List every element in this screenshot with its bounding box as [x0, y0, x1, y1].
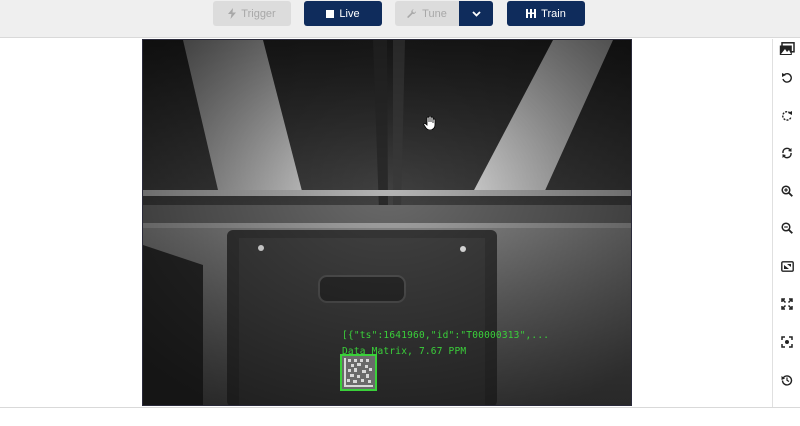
tune-button[interactable]: Tune	[395, 1, 459, 26]
rotate-right-button[interactable]	[775, 106, 799, 130]
status-footer	[0, 407, 800, 426]
camera-image-view[interactable]: [{"ts":1641960,"id":"T00000313",... Data…	[142, 39, 632, 406]
image-stack-icon	[779, 41, 795, 61]
focus-button[interactable]	[775, 332, 799, 356]
refresh-button[interactable]	[775, 143, 799, 167]
zoom-out-button[interactable]	[775, 218, 799, 242]
rotate-left-icon	[781, 71, 793, 89]
image-tools-sidebar	[772, 39, 800, 407]
fit-to-window-icon	[780, 259, 794, 277]
data-matrix-code	[342, 356, 375, 389]
train-label: Train	[541, 7, 566, 20]
rotate-right-icon	[781, 109, 793, 127]
focus-icon	[781, 335, 793, 353]
data-matrix-bounding-box	[340, 354, 377, 391]
rotate-left-button[interactable]	[775, 68, 799, 92]
history-icon	[781, 373, 793, 391]
chevron-down-icon	[471, 10, 481, 17]
trigger-button[interactable]: Trigger	[213, 1, 291, 26]
train-bars-icon	[526, 9, 537, 18]
tune-label: Tune	[422, 7, 447, 20]
hand-cursor-icon	[423, 115, 437, 135]
refresh-icon	[781, 146, 793, 164]
train-button[interactable]: Train	[507, 1, 585, 26]
live-button[interactable]: Live	[304, 1, 382, 26]
history-button[interactable]	[775, 370, 799, 394]
main-area: [{"ts":1641960,"id":"T00000313",... Data…	[0, 39, 772, 407]
image-stack-button[interactable]	[775, 39, 799, 63]
toolbar: Trigger Live Tune Train	[0, 0, 800, 38]
zoom-out-icon	[781, 221, 793, 239]
decode-result-text: [{"ts":1641960,"id":"T00000313",...	[342, 330, 550, 341]
fullscreen-button[interactable]	[775, 294, 799, 318]
tune-dropdown-button[interactable]	[459, 1, 493, 26]
wrench-icon	[407, 8, 417, 19]
zoom-in-button[interactable]	[775, 181, 799, 205]
stop-square-icon	[326, 9, 335, 18]
live-label: Live	[339, 7, 360, 20]
lightning-icon	[228, 8, 237, 19]
zoom-in-icon	[781, 184, 793, 202]
trigger-label: Trigger	[241, 7, 276, 20]
fullscreen-icon	[781, 297, 793, 315]
fit-to-window-button[interactable]	[775, 256, 799, 280]
